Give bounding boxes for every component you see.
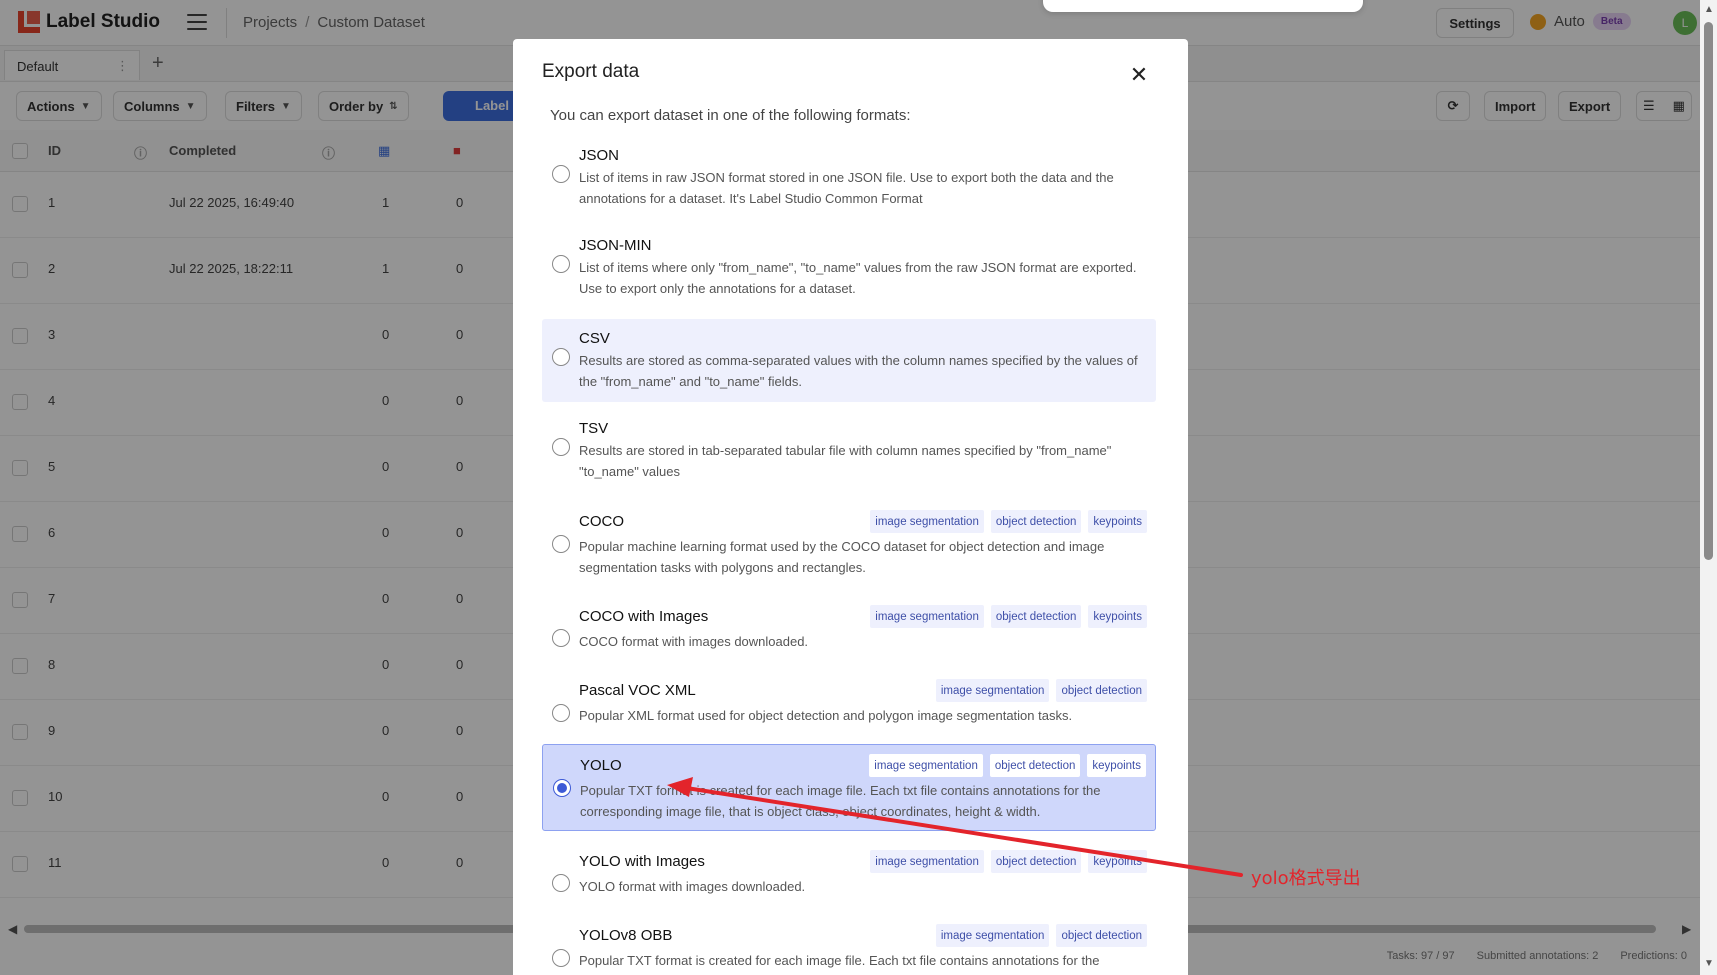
export-format-description: Popular machine learning format used by …	[579, 539, 1105, 575]
format-tag: image segmentation	[869, 754, 983, 777]
export-option-csv[interactable]: CSV Results are stored as comma-separated…	[542, 319, 1156, 402]
export-radio-yolo-with-images[interactable]	[552, 874, 570, 892]
export-format-name: COCO	[579, 513, 624, 530]
export-radio-json-min[interactable]	[552, 255, 570, 273]
export-format-name: YOLOv8 OBB	[579, 927, 673, 944]
export-radio-tsv[interactable]	[552, 438, 570, 456]
export-radio-json[interactable]	[552, 165, 570, 183]
scroll-down-icon[interactable]: ▼	[1704, 958, 1714, 969]
export-option-coco[interactable]: COCO Popular machine learning format used…	[542, 501, 1156, 585]
format-tag: object detection	[990, 510, 1082, 533]
export-option-yolov8-obb[interactable]: YOLOv8 OBB Popular TXT format is created …	[542, 915, 1156, 975]
export-format-name: YOLO with Images	[579, 853, 705, 870]
format-tag: object detection	[1056, 924, 1147, 947]
close-icon[interactable]: ✕	[1117, 56, 1161, 94]
format-tag: keypoints	[1088, 510, 1147, 533]
format-tag: image segmentation	[870, 850, 984, 873]
export-option-yolo[interactable]: YOLO Popular TXT format is created for ea…	[542, 744, 1156, 831]
format-tag: object detection	[1056, 679, 1147, 702]
export-format-name: CSV	[579, 330, 610, 347]
export-format-description: COCO format with images downloaded.	[579, 634, 809, 649]
format-tag: image segmentation	[935, 679, 1050, 702]
export-format-name: YOLO	[580, 757, 622, 774]
format-tag: object detection	[990, 605, 1082, 628]
export-format-description: Popular TXT format is created for each i…	[580, 783, 1101, 819]
vertical-scroll-thumb[interactable]	[1704, 22, 1713, 560]
export-option-pascal-voc-xml[interactable]: Pascal VOC XML Popular XML format used fo…	[542, 670, 1156, 734]
export-radio-csv[interactable]	[552, 348, 570, 366]
format-tag: keypoints	[1088, 850, 1147, 873]
export-format-name: TSV	[579, 420, 609, 437]
format-tag: object detection	[990, 850, 1082, 873]
export-option-yolo-with-images[interactable]: YOLO with Images YOLO format with images …	[542, 841, 1156, 905]
format-tag: image segmentation	[935, 924, 1050, 947]
format-tag: image segmentation	[870, 510, 984, 533]
export-option-tsv[interactable]: TSV Results are stored in tab-separated t…	[542, 409, 1156, 491]
scroll-up-icon[interactable]: ▲	[1704, 4, 1714, 15]
format-tag: object detection	[989, 754, 1081, 777]
export-format-name: Pascal VOC XML	[579, 682, 696, 699]
export-radio-yolov8-obb[interactable]	[552, 949, 570, 967]
export-format-description: List of items where only "from_name", "t…	[579, 260, 1137, 296]
export-format-description: YOLO format with images downloaded.	[579, 879, 806, 894]
export-format-name: COCO with Images	[579, 608, 709, 625]
export-format-description: List of items in raw JSON format stored …	[579, 170, 1114, 206]
export-format-description: Results are stored as comma-separated va…	[579, 353, 1138, 389]
modal-title: Export data	[542, 61, 640, 82]
export-format-description: Results are stored in tab-separated tabu…	[579, 443, 1112, 479]
export-radio-pascal-voc-xml[interactable]	[552, 704, 570, 722]
export-option-json[interactable]: JSON List of items in raw JSON format sto…	[542, 136, 1156, 216]
export-format-name: JSON	[579, 147, 620, 164]
format-tag: keypoints	[1088, 605, 1147, 628]
export-radio-coco-with-images[interactable]	[552, 629, 570, 647]
export-format-name: JSON-MIN	[579, 237, 652, 254]
annotation-label: yolo格式导出	[1251, 868, 1361, 889]
format-tag: image segmentation	[870, 605, 984, 628]
export-radio-coco[interactable]	[552, 535, 570, 553]
export-format-description: Popular XML format used for object detec…	[579, 708, 1073, 723]
popover-fragment	[1043, 0, 1363, 12]
vertical-scrollbar[interactable]: ▲ ▼	[1700, 0, 1717, 975]
export-modal: Export data ✕ You can export dataset in …	[513, 39, 1188, 975]
export-option-coco-with-images[interactable]: COCO with Images COCO format with images …	[542, 596, 1156, 660]
format-tag: keypoints	[1087, 754, 1146, 777]
export-radio-yolo[interactable]	[553, 779, 571, 797]
export-option-json-min[interactable]: JSON-MIN List of items where only "from_n…	[542, 226, 1156, 306]
export-format-description: Popular TXT format is created for each i…	[579, 953, 1100, 968]
modal-subtitle: You can export dataset in one of the fol…	[550, 107, 911, 124]
